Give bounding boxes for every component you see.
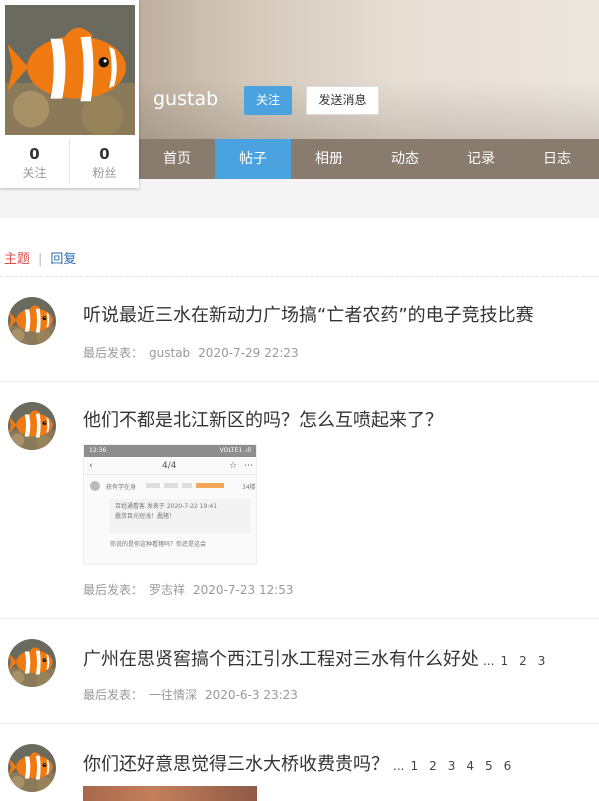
post-title[interactable]: 广州在思贤窖搞个西江引水工程对三水有什么好处 xyxy=(83,649,479,670)
page-link[interactable]: 3 xyxy=(538,654,546,668)
page-link[interactable]: 1 xyxy=(500,654,508,668)
profile-nav: 首页 帖子 相册 动态 记录 日志 xyxy=(139,139,599,179)
page-link[interactable]: 2 xyxy=(429,759,437,773)
post-subtabs: 主题 | 回复 xyxy=(4,248,76,267)
thumb-badge xyxy=(196,483,224,488)
post-thumbnail[interactable] xyxy=(83,786,257,801)
nav-home[interactable]: 首页 xyxy=(139,139,215,179)
meta-prefix: 最后发表： xyxy=(83,583,144,597)
follow-button[interactable]: 关注 xyxy=(244,86,292,115)
thumb-back-icon: ‹ xyxy=(89,461,93,471)
post-date: 2020-7-29 22:23 xyxy=(198,346,299,360)
thumb-user: 获有学在身 xyxy=(106,484,137,491)
post-meta: 最后发表： 罗志祥 2020-7-23 12:53 xyxy=(83,581,294,598)
nav-posts[interactable]: 帖子 xyxy=(215,139,291,179)
page-link[interactable]: 2 xyxy=(519,654,527,668)
post-item: 广州在思贤窖搞个西江引水工程对三水有什么好处... 1 2 3 最后发表： 一往情深 20… xyxy=(0,619,599,724)
post-pagination: ... 1 2 3 xyxy=(483,654,556,668)
post-date: 2020-6-3 23:23 xyxy=(205,688,298,702)
stat-followers[interactable]: 0 粉丝 xyxy=(69,140,139,185)
post-item: 他们不都是北江新区的吗？怎么互喷起来了？ 12:36 VOLTE1 .ıll ‹… xyxy=(0,382,599,619)
meta-prefix: 最后发表： xyxy=(83,346,144,360)
last-poster[interactable]: 一往情深 xyxy=(149,688,197,702)
post-title[interactable]: 他们不都是北江新区的吗？怎么互喷起来了？ xyxy=(83,406,443,432)
thumb-toolbar: ‹ 4/4 ☆ ⋯ xyxy=(84,457,256,475)
post-date: 2020-7-23 12:53 xyxy=(193,583,294,597)
following-label: 关注 xyxy=(22,166,47,180)
tab-replies[interactable]: 回复 xyxy=(50,252,76,267)
post-title-row: 广州在思贤窖搞个西江引水工程对三水有什么好处... 1 2 3 xyxy=(83,645,556,671)
thumb-floor: 34楼 xyxy=(242,484,256,491)
followers-label: 粉丝 xyxy=(92,166,117,180)
following-count: 0 xyxy=(29,145,40,163)
post-meta: 最后发表： 一往情深 2020-6-3 23:23 xyxy=(83,686,298,703)
profile-card: 0 关注 0 粉丝 xyxy=(0,0,139,188)
post-meta: 最后发表： gustab 2020-7-29 22:23 xyxy=(83,344,299,361)
post-item: 你们还好意思觉得三水大桥收费贵吗？... 1 2 3 4 5 6 xyxy=(0,724,599,801)
nav-album[interactable]: 相册 xyxy=(291,139,367,179)
nav-blog[interactable]: 日志 xyxy=(519,139,595,179)
thumb-badge xyxy=(164,483,178,488)
profile-stats: 0 关注 0 粉丝 xyxy=(0,140,139,185)
thumb-quote-line: 百姓通看客 发表于 2020-7-22 19:41 xyxy=(115,503,218,510)
thumb-signal: VOLTE1 .ıll xyxy=(219,447,251,454)
username: gustab xyxy=(153,88,219,110)
page-link[interactable]: 3 xyxy=(448,759,456,773)
pagination-ellipsis: ... xyxy=(393,759,405,773)
tab-topics[interactable]: 主题 xyxy=(4,252,30,267)
thumb-user-avatar xyxy=(90,481,100,491)
tab-separator: | xyxy=(38,252,43,267)
author-avatar[interactable] xyxy=(8,402,56,450)
last-poster[interactable]: gustab xyxy=(149,346,190,360)
pagination-ellipsis: ... xyxy=(483,654,495,668)
page-link[interactable]: 4 xyxy=(466,759,474,773)
post-title[interactable]: 听说最近三水在新动力广场搞“亡者农药”的电子竞技比赛 xyxy=(83,301,534,327)
thumb-more-icon: ⋯ xyxy=(244,461,253,471)
thumb-statusbar: 12:36 VOLTE1 .ıll xyxy=(84,445,256,457)
thumb-page-counter: 4/4 xyxy=(162,461,177,471)
stat-following[interactable]: 0 关注 xyxy=(0,140,69,185)
post-title[interactable]: 你们还好意思觉得三水大桥收费贵吗？ xyxy=(83,754,389,775)
thumb-quote-line: 蠢货目光短浅！蠢猪！ xyxy=(115,513,176,520)
author-avatar[interactable] xyxy=(8,297,56,345)
thumb-badge xyxy=(146,483,160,488)
post-thumbnail[interactable]: 12:36 VOLTE1 .ıll ‹ 4/4 ☆ ⋯ 获有学在身 34楼 百姓… xyxy=(83,444,257,565)
thumb-comment: 获有学在身 34楼 百姓通看客 发表于 2020-7-22 19:41 蠢货目光… xyxy=(84,475,256,564)
last-poster[interactable]: 罗志祥 xyxy=(149,583,185,597)
page-link[interactable]: 5 xyxy=(485,759,493,773)
thumb-time: 12:36 xyxy=(89,447,107,454)
profile-avatar[interactable] xyxy=(5,5,135,135)
page-link[interactable]: 6 xyxy=(504,759,512,773)
nav-records[interactable]: 记录 xyxy=(443,139,519,179)
thumb-reply-text: 你说的是你这种看猪吗？你还是这会 xyxy=(110,541,207,548)
post-title-row: 你们还好意思觉得三水大桥收费贵吗？... 1 2 3 4 5 6 xyxy=(83,750,522,776)
followers-count: 0 xyxy=(99,145,110,163)
author-avatar[interactable] xyxy=(8,639,56,687)
page-link[interactable]: 1 xyxy=(410,759,418,773)
author-avatar[interactable] xyxy=(8,744,56,792)
thumb-star-icon: ☆ xyxy=(229,461,238,471)
thumb-quote: 百姓通看客 发表于 2020-7-22 19:41 蠢货目光短浅！蠢猪！ xyxy=(110,499,250,533)
meta-prefix: 最后发表： xyxy=(83,688,144,702)
post-item: 听说最近三水在新动力广场搞“亡者农药”的电子竞技比赛 最后发表： gustab 20… xyxy=(0,277,599,382)
send-message-button[interactable]: 发送消息 xyxy=(306,86,379,115)
nav-activity[interactable]: 动态 xyxy=(367,139,443,179)
thumb-badge xyxy=(182,483,192,488)
post-pagination: ... 1 2 3 4 5 6 xyxy=(393,759,522,773)
